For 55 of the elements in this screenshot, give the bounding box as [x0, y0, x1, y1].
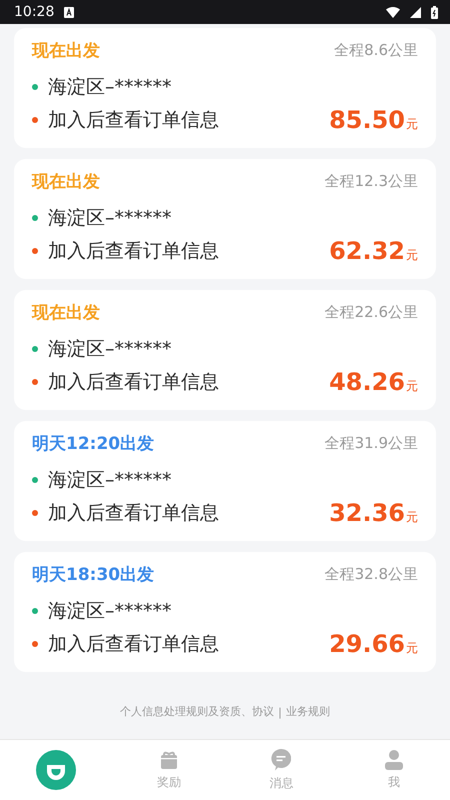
origin-address: 海淀区–******: [48, 599, 172, 624]
destination-address: 加入后查看订单信息: [48, 239, 219, 264]
departure-time: 明天12:20出发: [32, 433, 154, 456]
destination-dot: [32, 510, 38, 516]
fare-amount: 48.26: [329, 368, 405, 396]
origin-address: 海淀区–******: [48, 75, 172, 100]
origin-dot: [32, 608, 38, 614]
departure-time: 现在出发: [32, 40, 100, 62]
order-card[interactable]: 现在出发 全程22.6公里 海淀区–****** 加入后查看订单信息 48.26 元: [14, 290, 436, 410]
fare-amount: 62.32: [329, 237, 405, 266]
gift-icon[interactable]: [158, 750, 179, 770]
destination-dot: [32, 641, 38, 648]
currency-unit: 元: [406, 116, 418, 134]
origin-address: 海淀区–******: [48, 337, 172, 362]
trip-distance: 全程32.8公里: [324, 565, 418, 584]
currency-unit: 元: [406, 640, 418, 658]
person-icon[interactable]: [384, 750, 404, 770]
origin-address: 海淀区–******: [48, 468, 172, 494]
home-logo-icon[interactable]: [36, 750, 76, 790]
fare-amount: 85.50: [329, 106, 405, 134]
chat-bubble-icon[interactable]: [271, 748, 292, 770]
separator: |: [278, 706, 282, 719]
battery-icon: [431, 6, 438, 18]
signal-icon: [410, 6, 421, 18]
origin-dot: [32, 84, 38, 90]
destination-address: 加入后查看订单信息: [48, 632, 219, 658]
wifi-icon: [386, 6, 400, 18]
notification-icon: [64, 6, 74, 18]
destination-dot: [32, 117, 38, 124]
order-card[interactable]: 明天12:20出发 全程31.9公里 海淀区–****** 加入后查看订单信息 32.36 元: [14, 421, 436, 541]
order-card[interactable]: 明天18:30出发 全程32.8公里 海淀区–****** 加入后查看订单信息 29.66 元: [14, 552, 436, 672]
order-card[interactable]: 现在出发 全程8.6公里 海淀区–****** 加入后查看订单信息 85.50 元: [14, 28, 436, 148]
destination-address: 加入后查看订单信息: [48, 501, 219, 526]
order-card[interactable]: 现在出发 全程12.3公里 海淀区–****** 加入后查看订单信息 62.32 元: [14, 159, 436, 279]
destination-address: 加入后查看订单信息: [48, 108, 219, 134]
trip-distance: 全程8.6公里: [334, 41, 418, 60]
trip-distance: 全程22.6公里: [324, 303, 418, 322]
departure-time: 明天18:30出发: [32, 564, 154, 586]
status-time: 10:28: [14, 4, 54, 20]
destination-dot: [32, 379, 38, 386]
origin-dot: [32, 477, 38, 484]
departure-time: 现在出发: [32, 171, 100, 194]
destination-dot: [32, 248, 38, 254]
origin-address: 海淀区–******: [48, 206, 172, 232]
trip-distance: 全程12.3公里: [324, 172, 418, 192]
currency-unit: 元: [406, 509, 418, 526]
trip-distance: 全程31.9公里: [324, 434, 418, 454]
origin-dot: [32, 215, 38, 222]
destination-address: 加入后查看订单信息: [48, 370, 219, 396]
currency-unit: 元: [406, 247, 418, 264]
origin-dot: [32, 346, 38, 352]
fare-amount: 29.66: [329, 630, 405, 658]
currency-unit: 元: [406, 378, 418, 396]
fare-amount: 32.36: [329, 499, 405, 528]
departure-time: 现在出发: [32, 302, 100, 324]
